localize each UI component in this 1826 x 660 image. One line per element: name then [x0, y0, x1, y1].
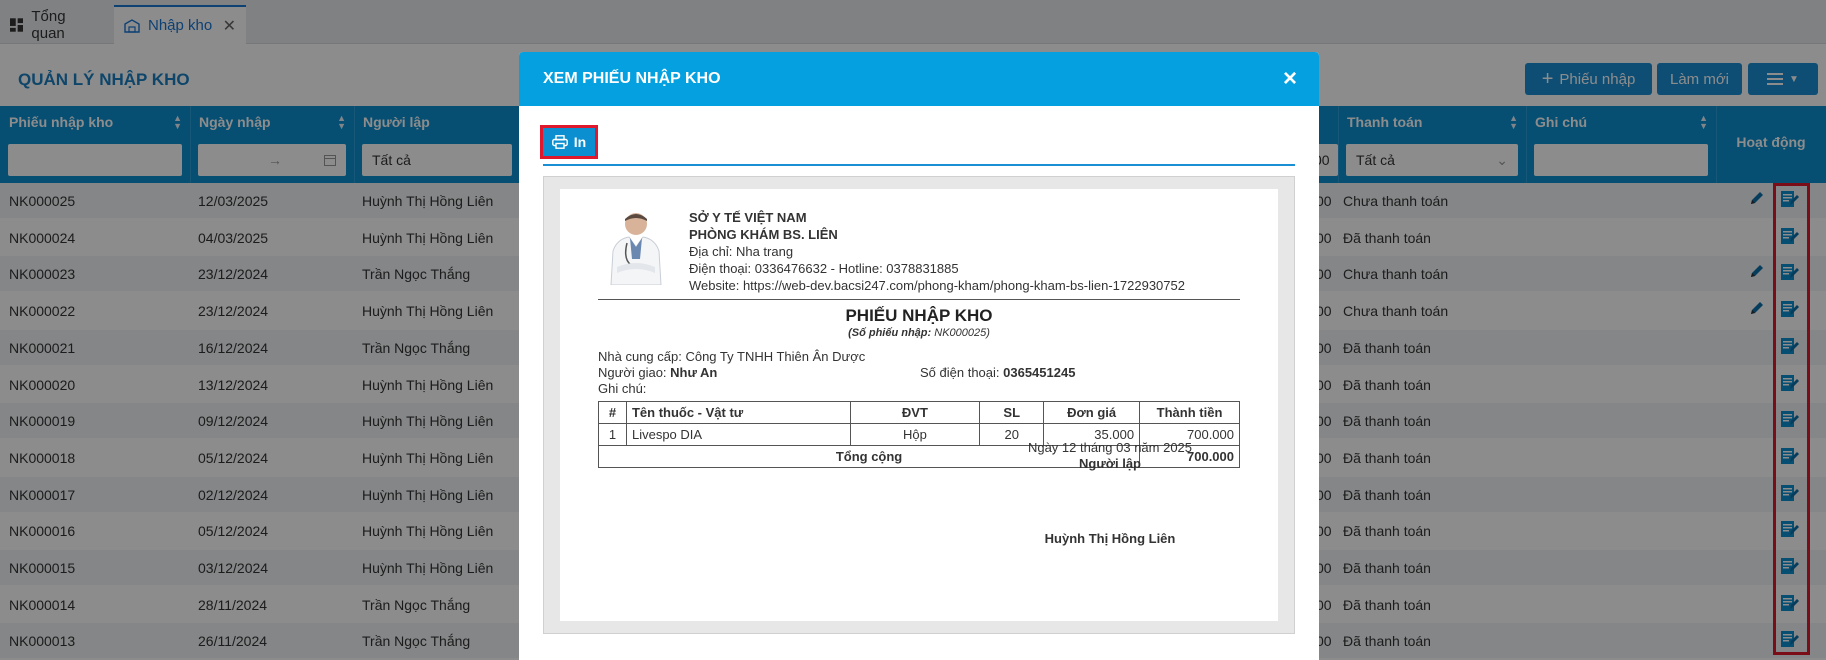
deliverer-name: Như An — [670, 365, 718, 380]
receipt-number-label: (Số phiếu nhập: — [848, 327, 932, 339]
import-receipt: SỞ Y TẾ VIỆT NAM PHÒNG KHÁM BS. LIÊN Địa… — [560, 189, 1278, 621]
supplier: Nhà cung cấp: Công Ty TNHH Thiên Ân Dược — [598, 349, 866, 364]
receipt-number: (Số phiếu nhập: NK000025) — [560, 327, 1278, 339]
org-line1: SỞ Y TẾ VIỆT NAM — [689, 210, 807, 225]
items-col-qty: SL — [979, 401, 1045, 424]
receipt-title: PHIẾU NHẬP KHO — [845, 306, 993, 325]
items-col-no: # — [598, 401, 627, 424]
items-col-total: Thành tiền — [1139, 401, 1240, 424]
sign-date: Ngày 12 tháng 03 năm 2025 — [1027, 440, 1193, 455]
toolbar-divider — [543, 164, 1295, 166]
deliverer-label: Người giao: — [598, 365, 667, 380]
deliverer-phone-label: Số điện thoại: — [920, 365, 1000, 380]
items-col-price: Đơn giá — [1043, 401, 1141, 424]
deliverer: Người giao: Như An — [598, 365, 717, 381]
items-header-row: # Tên thuốc - Vật tư ĐVT SL Đơn giá Thàn… — [598, 401, 1240, 424]
receipt-number-value: NK000025) — [934, 327, 990, 339]
modal-title: XEM PHIẾU NHẬP KHO — [543, 70, 721, 87]
receipt-note: Ghi chú: — [598, 381, 647, 396]
clinic-address: Địa chỉ: Nha trang — [689, 244, 794, 259]
clinic-header: SỞ Y TẾ VIỆT NAM PHÒNG KHÁM BS. LIÊN Địa… — [689, 209, 1185, 294]
print-button[interactable]: In — [540, 125, 598, 159]
view-import-modal: XEM PHIẾU NHẬP KHO × In SỞ Y TẾ VIỆT NAM… — [519, 52, 1319, 660]
signer-name: Huỳnh Thị Hồng Liên — [1044, 531, 1176, 546]
print-label: In — [573, 134, 587, 150]
deliverer-phone-value: 0365451245 — [1003, 365, 1076, 380]
item-no: 1 — [598, 423, 627, 446]
items-col-name: Tên thuốc - Vật tư — [625, 401, 851, 424]
deliverer-phone: Số điện thoại: 0365451245 — [920, 365, 1075, 381]
org-line2: PHÒNG KHÁM BS. LIÊN — [689, 227, 838, 242]
clinic-phone: Điện thoại: 0336476632 - Hotline: 037883… — [689, 261, 959, 276]
signer-role: Người lập — [1079, 456, 1141, 471]
item-unit: Hộp — [849, 423, 981, 446]
header-divider — [598, 299, 1240, 300]
preview-frame[interactable]: SỞ Y TẾ VIỆT NAM PHÒNG KHÁM BS. LIÊN Địa… — [543, 176, 1295, 634]
close-icon[interactable]: × — [1283, 67, 1297, 91]
printer-icon — [551, 135, 568, 149]
clinic-website: Website: https://web-dev.bacsi247.com/ph… — [689, 278, 1185, 293]
item-name: Livespo DIA — [625, 423, 851, 446]
modal-header: XEM PHIẾU NHẬP KHO × — [519, 52, 1319, 106]
items-col-unit: ĐVT — [849, 401, 981, 424]
doctor-logo — [610, 213, 662, 285]
